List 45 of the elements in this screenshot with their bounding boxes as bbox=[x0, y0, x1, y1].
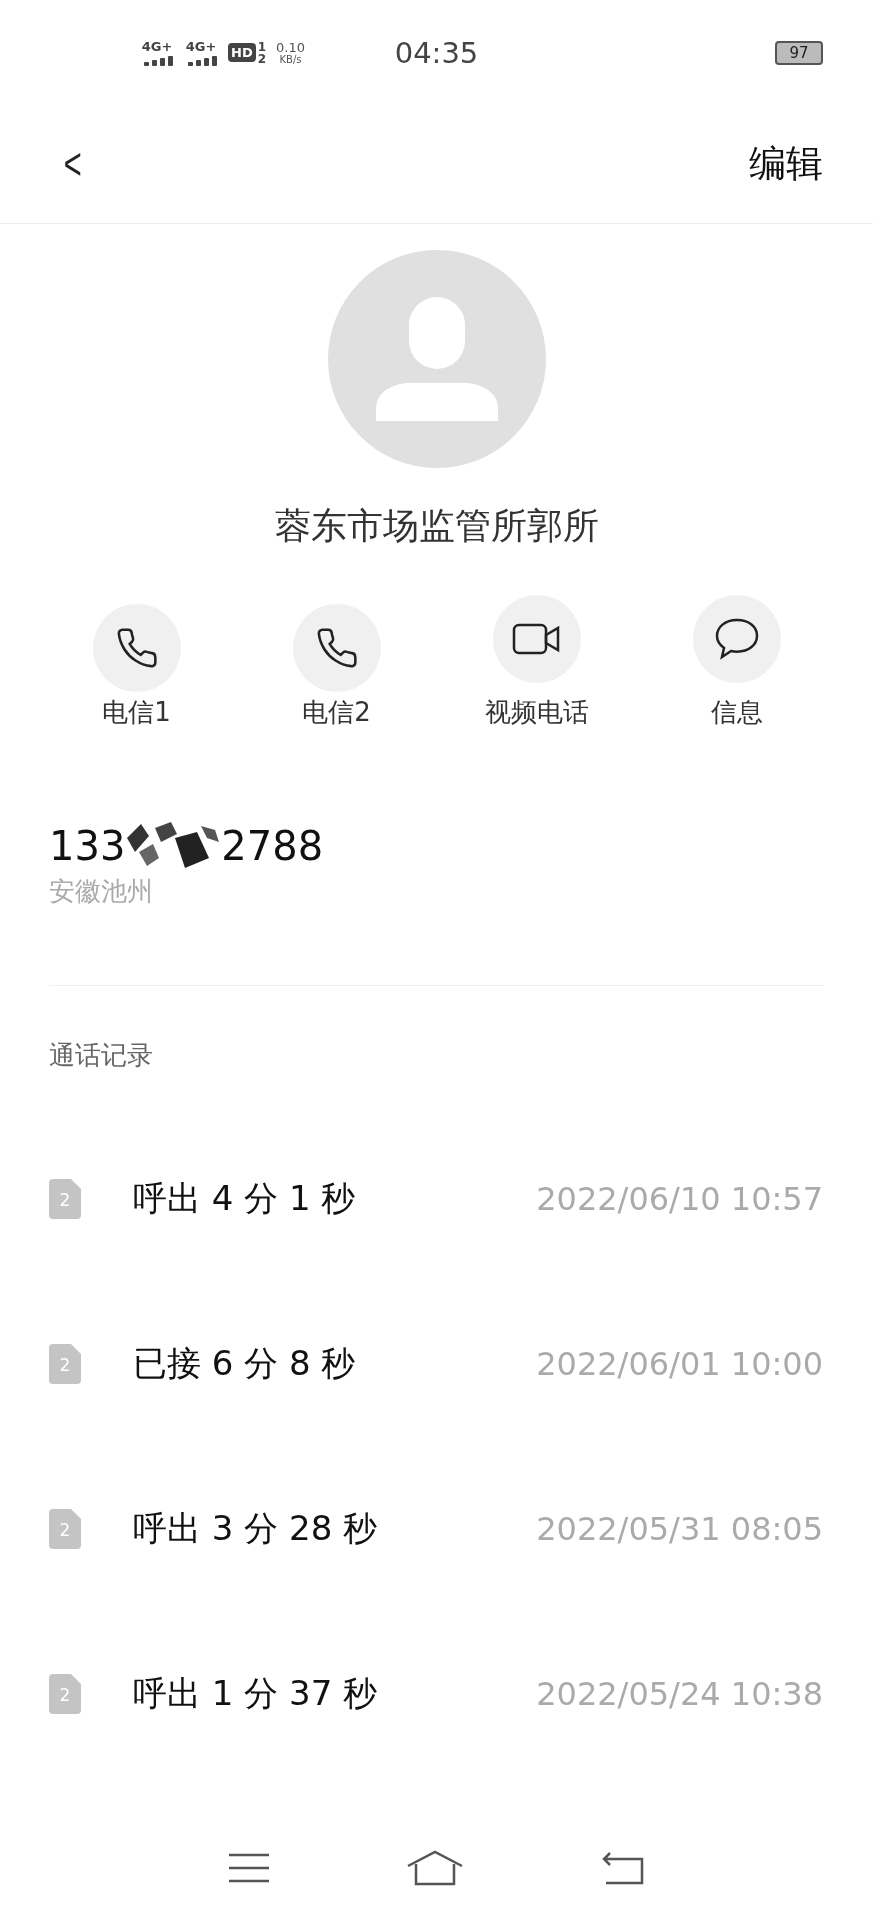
action-label: 视频电话 bbox=[484, 696, 589, 729]
menu-button[interactable] bbox=[228, 1852, 269, 1883]
back-button[interactable]: < bbox=[63, 139, 82, 189]
sim-card-icon: 2 bbox=[49, 1508, 81, 1549]
person-silhouette-icon bbox=[375, 297, 498, 421]
sim-card-icon: 2 bbox=[49, 1673, 81, 1714]
call-time: 2022/05/31 08:05 bbox=[536, 1509, 823, 1548]
return-arrow-icon bbox=[602, 1850, 645, 1885]
call-log-row[interactable]: 2 呼出 3 分 28 秒 2022/05/31 08:05 bbox=[0, 1446, 873, 1611]
home-button[interactable] bbox=[406, 1849, 465, 1886]
action-label: 电信2 bbox=[302, 696, 371, 729]
call-summary: 呼出 4 分 1 秒 bbox=[133, 1176, 357, 1220]
section-title: 通话记录 bbox=[48, 1039, 154, 1072]
phone-number-end: 2788 bbox=[221, 823, 324, 869]
action-label: 电信1 bbox=[102, 696, 171, 729]
call-log-row[interactable]: 2 呼出 1 分 37 秒 2022/05/24 10:38 bbox=[0, 1611, 873, 1776]
sim-number: 2 bbox=[257, 52, 267, 65]
video-camera-icon bbox=[511, 622, 562, 656]
home-icon bbox=[406, 1849, 465, 1886]
phone-number-start: 133 bbox=[49, 823, 126, 869]
call-summary: 呼出 3 分 28 秒 bbox=[133, 1506, 379, 1550]
network-speed: 0.10 bbox=[276, 40, 305, 54]
call-time: 2022/05/24 10:38 bbox=[536, 1674, 823, 1713]
sim-card-icon: 2 bbox=[49, 1178, 81, 1219]
battery-indicator: 97 bbox=[775, 40, 823, 65]
call-time: 2022/06/10 10:57 bbox=[536, 1179, 823, 1218]
speed-unit: KB/s bbox=[279, 53, 302, 65]
number-location: 安徽池州 bbox=[49, 875, 154, 908]
call-summary: 呼出 1 分 37 秒 bbox=[133, 1671, 379, 1715]
action-label: 信息 bbox=[710, 696, 763, 729]
call-time: 2022/06/01 10:00 bbox=[536, 1344, 823, 1383]
call-log-row[interactable]: 2 呼出 4 分 1 秒 2022/06/10 10:57 bbox=[0, 1116, 873, 1281]
clock: 04:35 bbox=[393, 35, 480, 70]
contact-name: 蓉东市场监管所郭所 bbox=[273, 504, 600, 548]
network-type: 4G+ bbox=[185, 39, 217, 54]
sim-number: 1 bbox=[257, 40, 267, 53]
chat-bubble-icon bbox=[713, 617, 760, 661]
call-summary: 已接 6 分 8 秒 bbox=[133, 1341, 357, 1385]
hd-badge: HD bbox=[228, 43, 256, 62]
sim-card-icon: 2 bbox=[49, 1343, 81, 1384]
network-type: 4G+ bbox=[141, 39, 173, 54]
edit-button[interactable]: 编辑 bbox=[749, 139, 823, 189]
call-log-row[interactable]: 2 已接 6 分 8 秒 2022/06/01 10:00 bbox=[0, 1281, 873, 1446]
back-nav-button[interactable] bbox=[602, 1850, 645, 1885]
menu-icon bbox=[228, 1852, 269, 1883]
